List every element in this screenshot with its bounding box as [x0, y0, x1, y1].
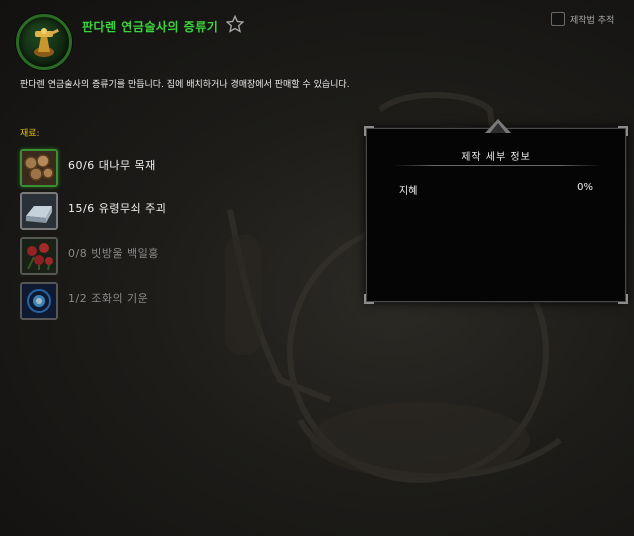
recipe-description: 판다렌 연금술사의 증류기를 만듭니다. 집에 배치하거나 경매장에서 판매할 … [20, 80, 350, 90]
details-divider [393, 165, 601, 166]
stat-name: 지혜 [399, 186, 418, 197]
details-title: 제작 세부 정보 [461, 152, 531, 163]
panel-corner-ornament [618, 126, 628, 136]
spirit-of-harmony-icon [20, 282, 58, 320]
panel-corner-ornament [364, 294, 374, 304]
track-recipe-checkbox[interactable] [551, 12, 565, 26]
panel-corner-ornament [618, 294, 628, 304]
rain-poppy-icon [20, 237, 58, 275]
track-recipe-label: 제작법 추적 [570, 16, 615, 26]
reagent-rain-poppy[interactable]: 0/8 빗방울 백일홍 [20, 237, 260, 277]
ghost-iron-ingot-icon [20, 192, 58, 230]
reagent-text: 60/6 대나무 목재 [68, 159, 156, 172]
crafting-details-panel: 제작 세부 정보 지혜 0% [364, 119, 628, 304]
reagent-spirit-of-harmony[interactable]: 1/2 조화의 기운 [20, 282, 260, 322]
panel-corner-ornament [364, 126, 374, 136]
reagent-text: 0/8 빗방울 백일홍 [68, 247, 159, 260]
bamboo-lumber-icon [20, 149, 58, 187]
alchemy-distiller-icon [16, 14, 72, 70]
reagent-text: 15/6 유령무쇠 주괴 [68, 202, 167, 215]
favorite-star-icon[interactable] [226, 15, 244, 33]
reagent-text: 1/2 조화의 기운 [68, 292, 149, 305]
stat-value: 0% [577, 182, 593, 193]
recipe-title: 판다렌 연금술사의 증류기 [82, 20, 219, 34]
reagents-label: 재료: [20, 129, 40, 139]
reagent-ghost-iron-ingot[interactable]: 15/6 유령무쇠 주괴 [20, 192, 260, 232]
panel-top-ornament [485, 119, 511, 133]
reagent-bamboo-lumber[interactable]: 60/6 대나무 목재 [20, 149, 260, 189]
